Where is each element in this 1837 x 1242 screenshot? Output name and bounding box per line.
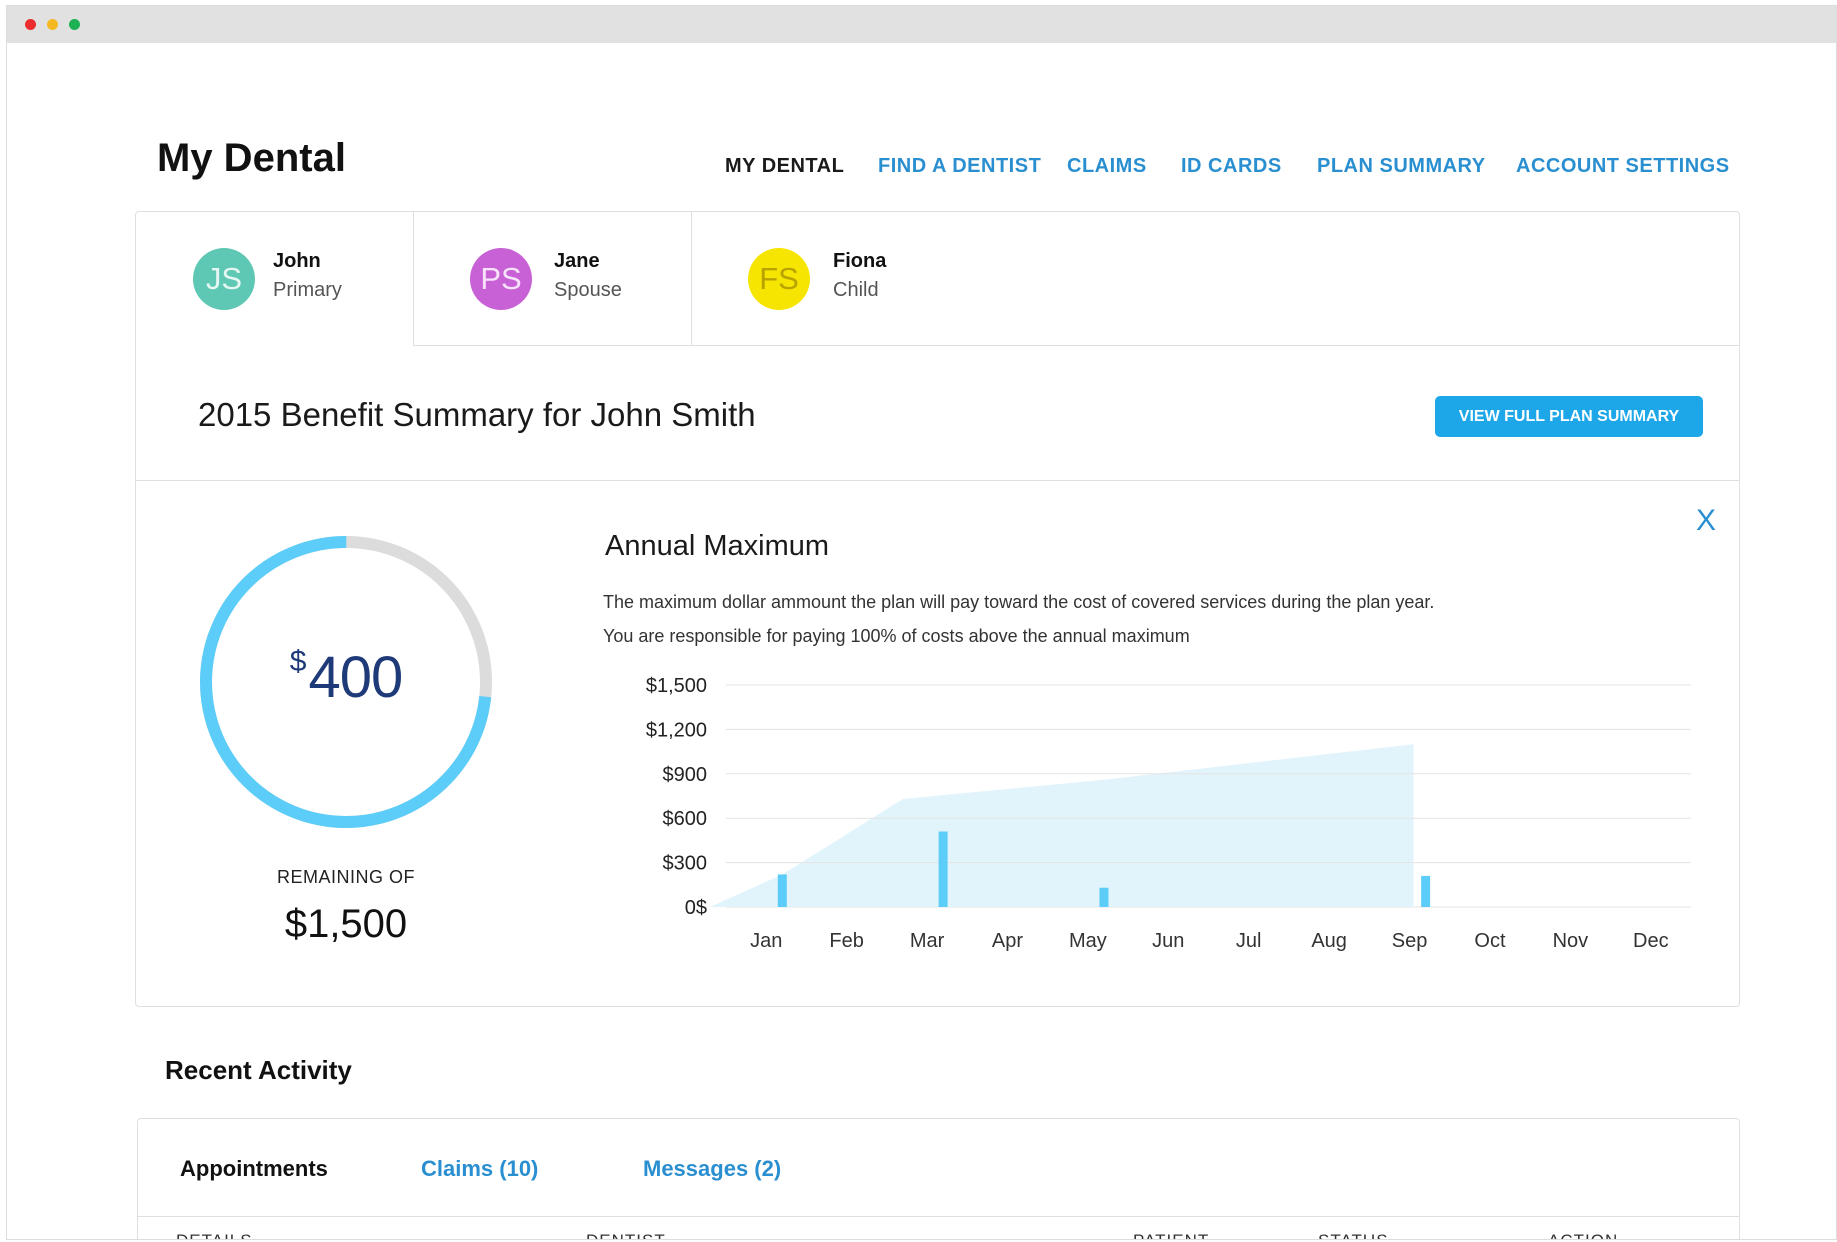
member-tabs: JS John Primary PS Jane Spouse FS Fiona … — [136, 212, 1739, 346]
x-tick-label: Dec — [1633, 930, 1669, 952]
remaining-value: 400 — [308, 645, 403, 710]
y-tick-label: $600 — [663, 808, 708, 830]
close-icon[interactable]: X — [1696, 504, 1716, 538]
member-role: Spouse — [554, 279, 622, 301]
y-tick-label: $900 — [663, 764, 708, 786]
x-tick-label: Aug — [1311, 930, 1347, 952]
y-tick-label: $1,200 — [646, 719, 707, 741]
annual-max-description: The maximum dollar ammount the plan will… — [603, 592, 1435, 612]
x-tick-label: Apr — [992, 930, 1023, 952]
maximize-window-button[interactable] — [69, 19, 80, 30]
annual-max-total: $1,500 — [284, 902, 408, 946]
y-tick-label: 0$ — [685, 897, 707, 919]
y-tick-label: $1,500 — [646, 675, 707, 697]
view-full-plan-summary-button[interactable]: VIEW FULL PLAN SUMMARY — [1435, 396, 1703, 437]
bar-sep[interactable] — [1421, 875, 1431, 907]
y-tick-label: $300 — [663, 853, 708, 875]
x-tick-label: Oct — [1474, 930, 1506, 952]
nav-id-cards[interactable]: ID CARDS — [1181, 155, 1282, 178]
recent-activity-card: Appointments Claims (10) Messages (2) DE… — [137, 1118, 1740, 1239]
member-name: John — [273, 250, 321, 272]
x-tick-label: Mar — [910, 930, 945, 952]
x-tick-label: Jan — [750, 930, 782, 952]
annual-max-title: Annual Maximum — [605, 530, 830, 562]
x-tick-label: May — [1069, 930, 1107, 952]
annual-max-note: You are responsible for paying 100% of c… — [603, 626, 1190, 646]
window-title-bar — [7, 6, 1836, 43]
member-tab-jane[interactable]: PS Jane Spouse — [414, 212, 692, 346]
column-header-dentist[interactable]: DENTIST — [586, 1231, 666, 1239]
nav-account-settings[interactable]: ACCOUNT SETTINGS — [1516, 155, 1730, 178]
column-header-status[interactable]: STATUS — [1318, 1231, 1389, 1239]
recent-activity-title: Recent Activity — [165, 1055, 352, 1085]
nav-plan-summary[interactable]: PLAN SUMMARY — [1317, 155, 1486, 178]
tabs-divider — [970, 212, 1739, 346]
avatar: FS — [748, 248, 810, 310]
member-tab-fiona[interactable]: FS Fiona Child — [692, 212, 970, 346]
nav-find-a-dentist[interactable]: FIND A DENTIST — [878, 155, 1041, 178]
summary-header: 2015 Benefit Summary for John Smith VIEW… — [136, 346, 1739, 481]
bar-mar[interactable] — [938, 831, 948, 907]
x-tick-label: Nov — [1553, 930, 1589, 952]
member-name: Jane — [554, 250, 600, 272]
bar-may[interactable] — [1099, 887, 1109, 907]
annual-max-chart: 0$ $300 $600 $900 $1,200 $1,500 Jan Feb Mar Apr Ma… — [646, 675, 1691, 952]
member-role: Child — [833, 279, 879, 301]
summary-title: 2015 Benefit Summary for John Smith — [198, 396, 756, 433]
member-name: Fiona — [833, 250, 887, 272]
x-tick-label: Sep — [1392, 930, 1428, 952]
page-title: My Dental — [157, 136, 346, 180]
remaining-label: REMAINING OF — [276, 867, 415, 887]
close-window-button[interactable] — [25, 19, 36, 30]
tab-messages[interactable]: Messages (2) — [643, 1156, 781, 1182]
column-header-details[interactable]: DETAILS — [176, 1231, 253, 1239]
column-header-patient[interactable]: PATIENT — [1133, 1231, 1209, 1239]
nav-claims[interactable]: CLAIMS — [1067, 155, 1147, 178]
divider — [138, 1216, 1739, 1217]
tab-claims[interactable]: Claims (10) — [421, 1156, 538, 1182]
browser-window: My Dental MY DENTAL FIND A DENTIST CLAIM… — [6, 5, 1837, 1240]
avatar: PS — [470, 248, 532, 310]
avatar: JS — [193, 248, 255, 310]
x-tick-label: Jun — [1152, 930, 1184, 952]
minimize-window-button[interactable] — [47, 19, 58, 30]
benefit-card: JS John Primary PS Jane Spouse FS Fiona … — [135, 211, 1740, 1007]
remaining-ring: $400 — [196, 532, 496, 832]
x-tick-label: Feb — [829, 930, 863, 952]
member-tab-john[interactable]: JS John Primary — [136, 212, 414, 346]
bar-jan[interactable] — [777, 874, 787, 907]
nav-my-dental[interactable]: MY DENTAL — [725, 155, 844, 178]
tab-appointments[interactable]: Appointments — [180, 1156, 328, 1182]
member-role: Primary — [273, 279, 342, 301]
cumulative-area — [709, 744, 1414, 907]
remaining-amount: $400 — [196, 644, 496, 711]
column-header-action[interactable]: ACTION — [1548, 1231, 1618, 1239]
currency-symbol: $ — [289, 645, 307, 678]
x-tick-label: Jul — [1236, 930, 1262, 952]
